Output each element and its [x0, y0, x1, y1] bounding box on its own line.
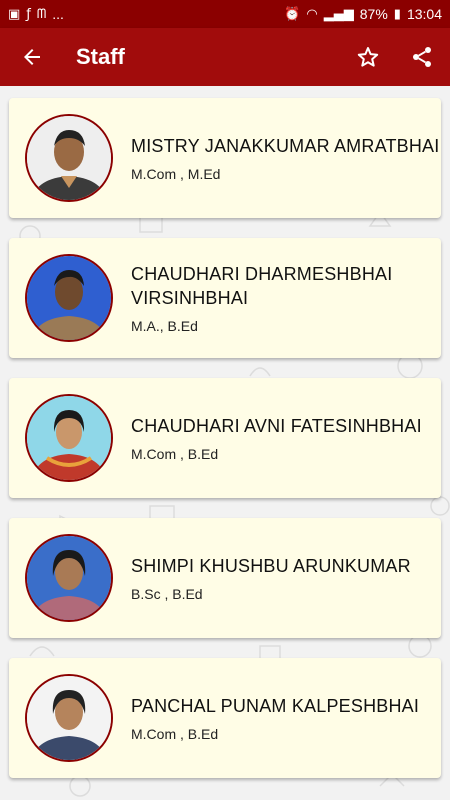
staff-info: CHAUDHARI AVNI FATESINHBHAI M.Com , B.Ed: [131, 414, 422, 462]
staff-photo: [25, 114, 113, 202]
battery-percent: 87%: [359, 6, 388, 22]
staff-card[interactable]: CHAUDHARI AVNI FATESINHBHAI M.Com , B.Ed: [9, 378, 441, 498]
staff-card[interactable]: MISTRY JANAKKUMAR AMRATBHAI M.Com , M.Ed: [9, 98, 441, 218]
status-bar-left: ▣ ƒ ᗰ ...: [8, 6, 64, 22]
staff-name: SHIMPI KHUSHBU ARUNKUMAR: [131, 556, 411, 576]
alarm-icon: ⏰: [284, 6, 301, 22]
staff-qualification: M.Com , B.Ed: [131, 446, 219, 462]
staff-list[interactable]: MISTRY JANAKKUMAR AMRATBHAI M.Com , M.Ed…: [0, 86, 450, 800]
status-carrier: ...: [52, 6, 64, 22]
app-bar: Staff: [0, 28, 450, 86]
staff-card[interactable]: CHAUDHARI DHARMESHBHAI VIRSINHBHAI M.A.,…: [9, 238, 441, 358]
staff-info: PANCHAL PUNAM KALPESHBHAI M.Com , B.Ed: [131, 694, 419, 742]
staff-info: CHAUDHARI DHARMESHBHAI VIRSINHBHAI M.A.,…: [131, 262, 441, 334]
status-bar-right: ⏰ ◠ ▂▄▆ 87% ▮ 13:04: [284, 6, 442, 22]
staff-info: SHIMPI KHUSHBU ARUNKUMAR B.Sc , B.Ed: [131, 554, 411, 602]
staff-photo: [25, 394, 113, 482]
arrow-back-icon: [24, 49, 40, 65]
status-time: 13:04: [406, 6, 442, 22]
facebook-notification-icon: ƒ: [26, 6, 31, 22]
share-button[interactable]: [406, 41, 438, 73]
staff-name: CHAUDHARI DHARMESHBHAI VIRSINHBHAI: [131, 264, 393, 308]
app-bar-actions: [352, 41, 438, 73]
signal-icon: ▂▄▆: [323, 6, 354, 22]
staff-qualification: M.Com , B.Ed: [131, 726, 219, 742]
staff-name: PANCHAL PUNAM KALPESHBHAI: [131, 696, 420, 716]
battery-icon: ▮: [393, 6, 401, 22]
share-icon: [413, 47, 431, 67]
staff-photo: [25, 254, 113, 342]
staff-qualification: M.A., B.Ed: [131, 318, 198, 334]
wifi-icon: ◠: [306, 6, 318, 22]
star-outline-icon: [357, 47, 379, 67]
app-notification-icon: ᗰ: [36, 6, 47, 22]
gallery-notification-icon: ▣: [8, 6, 21, 22]
favorite-button[interactable]: [352, 41, 384, 73]
staff-card[interactable]: PANCHAL PUNAM KALPESHBHAI M.Com , B.Ed: [9, 658, 441, 778]
staff-photo: [25, 674, 113, 762]
staff-card[interactable]: SHIMPI KHUSHBU ARUNKUMAR B.Sc , B.Ed: [9, 518, 441, 638]
staff-name: CHAUDHARI AVNI FATESINHBHAI: [131, 416, 422, 436]
staff-qualification: M.Com , M.Ed: [131, 166, 221, 182]
staff-photo: [25, 534, 113, 622]
staff-info: MISTRY JANAKKUMAR AMRATBHAI M.Com , M.Ed: [131, 134, 439, 182]
back-button[interactable]: [12, 37, 52, 77]
staff-qualification: B.Sc , B.Ed: [131, 586, 203, 602]
staff-name: MISTRY JANAKKUMAR AMRATBHAI: [131, 136, 440, 156]
status-bar: ▣ ƒ ᗰ ... ⏰ ◠ ▂▄▆ 87% ▮ 13:04: [0, 0, 450, 28]
page-title: Staff: [76, 44, 125, 69]
